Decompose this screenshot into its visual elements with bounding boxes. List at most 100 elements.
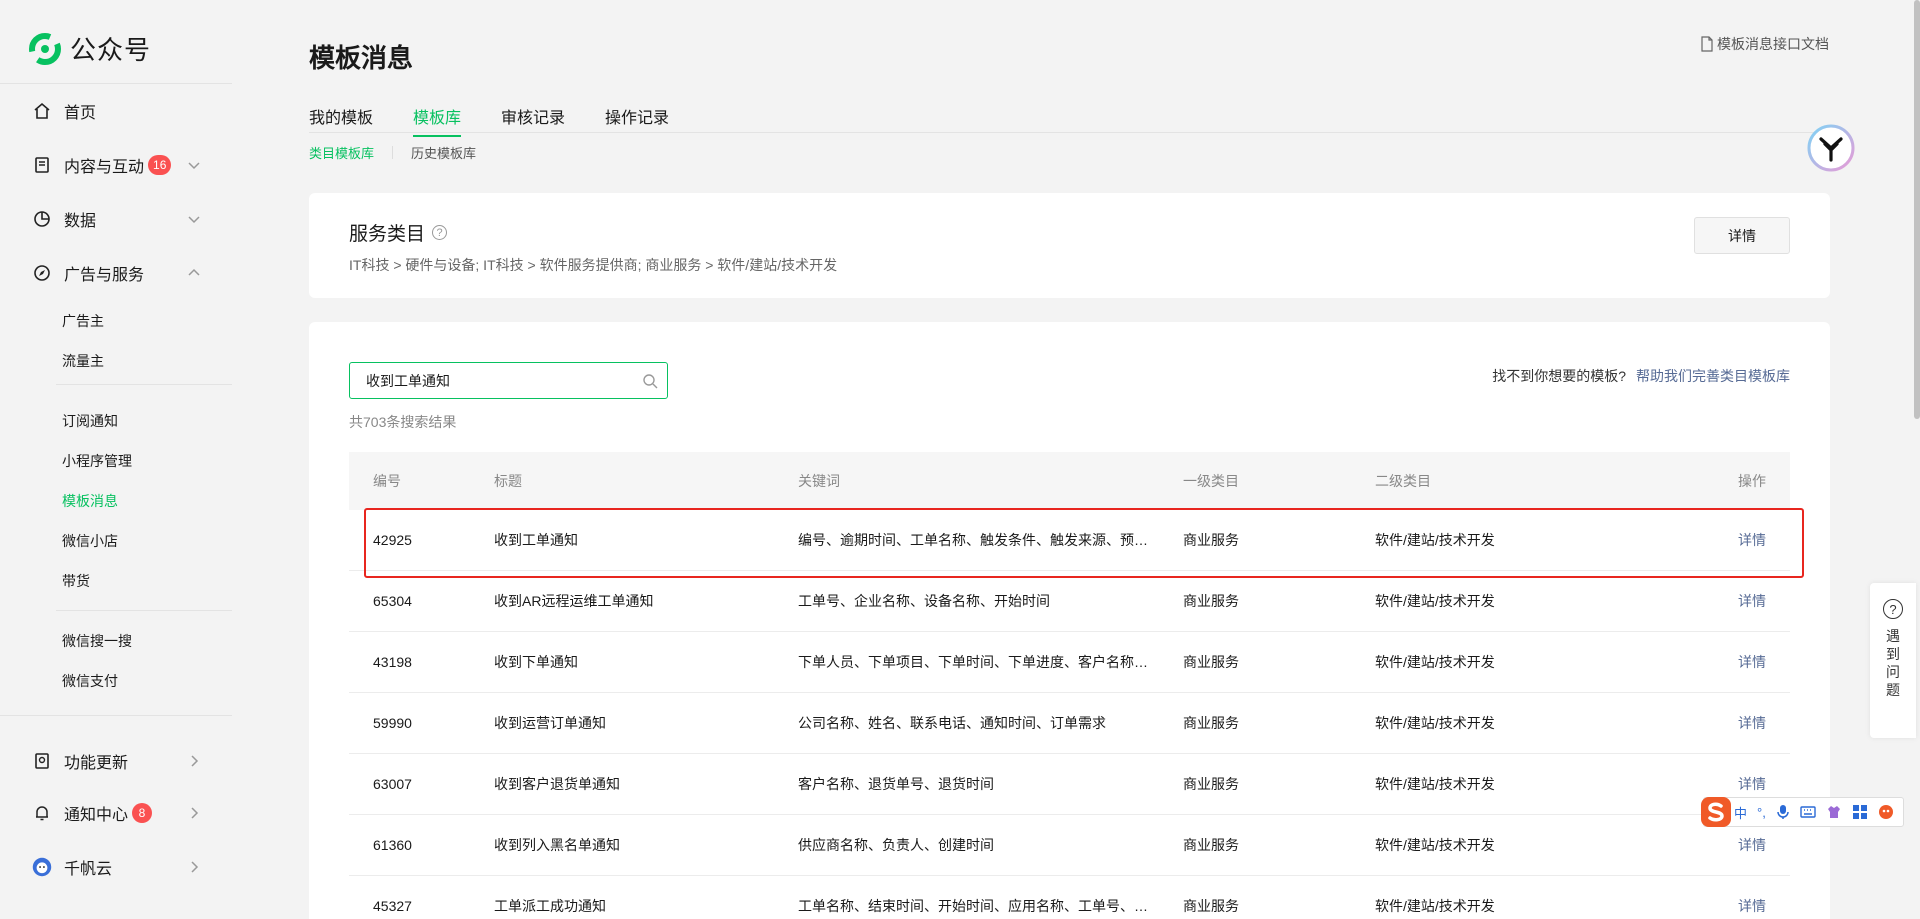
home-icon [32,101,52,121]
ime-punct[interactable]: °, [1757,805,1766,820]
divider [56,610,232,611]
avatar [32,857,52,877]
table-header: 编号 标题 关键词 一级类目 二级类目 操作 [349,452,1790,510]
cell-id: 45327 [373,898,412,914]
sidebar-item-label: 数据 [64,213,97,230]
cell-keywords: 公司名称、姓名、联系电话、通知时间、订单需求 [798,715,1106,731]
sidebar-item-notifications[interactable]: 通知中心 8 [32,799,202,827]
cell-keywords: 客户名称、退货单号、退货时间 [798,776,994,792]
help-icon[interactable]: ? [432,225,448,240]
table-row: 65304 收到AR远程运维工单通知 工单号、企业名称、设备名称、开始时间 商业… [349,571,1790,632]
chevron-right-icon [191,861,199,873]
row-detail-link[interactable]: 详情 [1710,713,1790,733]
file-icon [1701,36,1713,52]
result-count: 共703条搜索结果 [349,414,457,430]
help-float-button[interactable]: ? 遇到问题 [1870,583,1916,738]
cell-id: 42925 [373,532,412,548]
sidebar-item-updates[interactable]: 功能更新 [32,747,202,775]
cell-title: 收到运营订单通知 [494,715,606,731]
cell-category2: 软件/建站/技术开发 [1375,654,1495,670]
sidebar-item-label: 功能更新 [64,755,129,772]
cell-keywords: 工单名称、结束时间、开始时间、应用名称、工单号、… [798,898,1148,914]
subtab-bar: 类目模板库 历史模板库 [309,143,476,162]
row-detail-link[interactable]: 详情 [1710,591,1790,611]
sidebar-subitem-wechat-search[interactable]: 微信搜一搜 [62,631,132,651]
logo[interactable]: 公众号 [28,30,151,67]
template-search-card: 共703条搜索结果 找不到你想要的模板? 帮助我们完善类目模板库 编号 标题 关键… [309,322,1830,919]
ime-lang[interactable]: 中 [1734,803,1747,822]
sidebar-item-content[interactable]: 内容与互动 16 [32,151,202,179]
ime-toolbar[interactable]: 中 °, [1701,797,1904,827]
subtab-history-library[interactable]: 历史模板库 [411,143,476,162]
skin-icon[interactable] [1826,804,1842,820]
grid-menu-icon[interactable] [1852,804,1868,820]
sidebar-item-home[interactable]: 首页 [32,97,202,125]
table-row: 63007 收到客户退货单通知 客户名称、退货单号、退货时间 商业服务 软件/建… [349,754,1790,815]
sidebar-item-label: 首页 [64,105,97,122]
search-input[interactable] [350,372,620,389]
category-path: IT科技 > 硬件与设备; IT科技 > 软件服务提供商; 商业服务 > 软件/… [349,257,838,273]
sidebar-item-account[interactable]: 千帆云 [32,853,202,881]
sidebar-item-data[interactable]: 数据 [32,205,202,233]
cell-category2: 软件/建站/技术开发 [1375,776,1495,792]
search-box [349,362,668,399]
cell-category2: 软件/建站/技术开发 [1375,837,1495,853]
cell-keywords: 工单号、企业名称、设备名称、开始时间 [798,593,1050,609]
row-detail-link[interactable]: 详情 [1710,774,1790,794]
table-row: 43198 收到下单通知 下单人员、下单项目、下单时间、下单进度、客户名称… 商… [349,632,1790,693]
help-float-label: 遇到问题 [1886,628,1900,698]
subtab-category-library[interactable]: 类目模板库 [309,143,374,162]
card-title: 服务类目 [349,224,426,245]
cell-title: 收到列入黑名单通知 [494,837,620,853]
sidebar: 公众号 首页 内容与互动 16 数据 广告与服务 广告主 流量主 订阅通知 小程… [0,0,232,919]
cell-keywords: 供应商名称、负责人、创建时间 [798,837,994,853]
compass-icon [32,263,52,283]
unread-badge: 8 [132,803,153,823]
cell-category2: 软件/建站/技术开发 [1375,715,1495,731]
sidebar-subitem-wechat-store[interactable]: 微信小店 [62,531,118,551]
keyboard-icon[interactable] [1800,806,1816,818]
sidebar-subitem-advertiser[interactable]: 广告主 [62,311,104,331]
divider [0,715,232,716]
row-detail-link[interactable]: 详情 [1710,530,1790,550]
table-row: 45327 工单派工成功通知 工单名称、结束时间、开始时间、应用名称、工单号、…… [349,876,1790,919]
pie-chart-icon [32,209,52,229]
assistant-icon[interactable] [1807,124,1855,172]
scrollbar[interactable] [1914,0,1920,419]
row-detail-link[interactable]: 详情 [1710,652,1790,672]
row-detail-link[interactable]: 详情 [1710,896,1790,916]
feedback-link[interactable]: 帮助我们完善类目模板库 [1636,368,1790,384]
category-detail-button[interactable]: 详情 [1694,217,1790,254]
cell-category2: 软件/建站/技术开发 [1375,532,1495,548]
sidebar-subitem-sales[interactable]: 带货 [62,571,90,591]
cell-title: 收到客户退货单通知 [494,776,620,792]
sidebar-item-label: 通知中心 [64,807,129,824]
api-doc-link[interactable]: 模板消息接口文档 [1700,34,1829,54]
search-icon[interactable] [642,373,659,390]
sidebar-item-ads-services[interactable]: 广告与服务 [32,259,202,287]
sidebar-item-label: 内容与互动 [64,159,145,176]
sidebar-subitem-miniprogram[interactable]: 小程序管理 [62,451,132,471]
service-category-card: 服务类目 ? IT科技 > 硬件与设备; IT科技 > 软件服务提供商; 商业服… [309,193,1830,298]
chevron-right-icon [191,807,199,819]
cell-title: 工单派工成功通知 [494,898,606,914]
sidebar-subitem-wechat-pay[interactable]: 微信支付 [62,671,118,691]
sidebar-subitem-template-message[interactable]: 模板消息 [62,491,118,511]
feedback-question: 找不到你想要的模板? [1492,368,1626,384]
row-detail-link[interactable]: 详情 [1710,835,1790,855]
cell-keywords: 编号、逾期时间、工单名称、触发条件、触发来源、预… [798,532,1148,548]
chevron-down-icon [188,162,200,170]
page-title: 模板消息 [309,43,414,73]
cell-keywords: 下单人员、下单项目、下单时间、下单进度、客户名称… [798,654,1148,670]
main-content: 模板消息 模板消息接口文档 我的模板 模板库 审核记录 操作记录 类目模板库 历… [309,0,1830,919]
sidebar-subitem-publisher[interactable]: 流量主 [62,351,104,371]
header-category1: 一级类目 [1183,473,1239,489]
header-keywords: 关键词 [798,473,840,489]
chevron-right-icon [191,755,199,767]
mascot-icon[interactable] [1878,804,1894,820]
cell-category1: 商业服务 [1183,776,1239,792]
cell-title: 收到下单通知 [494,654,578,670]
header-action: 操作 [1738,473,1766,489]
microphone-icon[interactable] [1776,804,1790,820]
sidebar-subitem-subscribe-notify[interactable]: 订阅通知 [62,411,118,431]
